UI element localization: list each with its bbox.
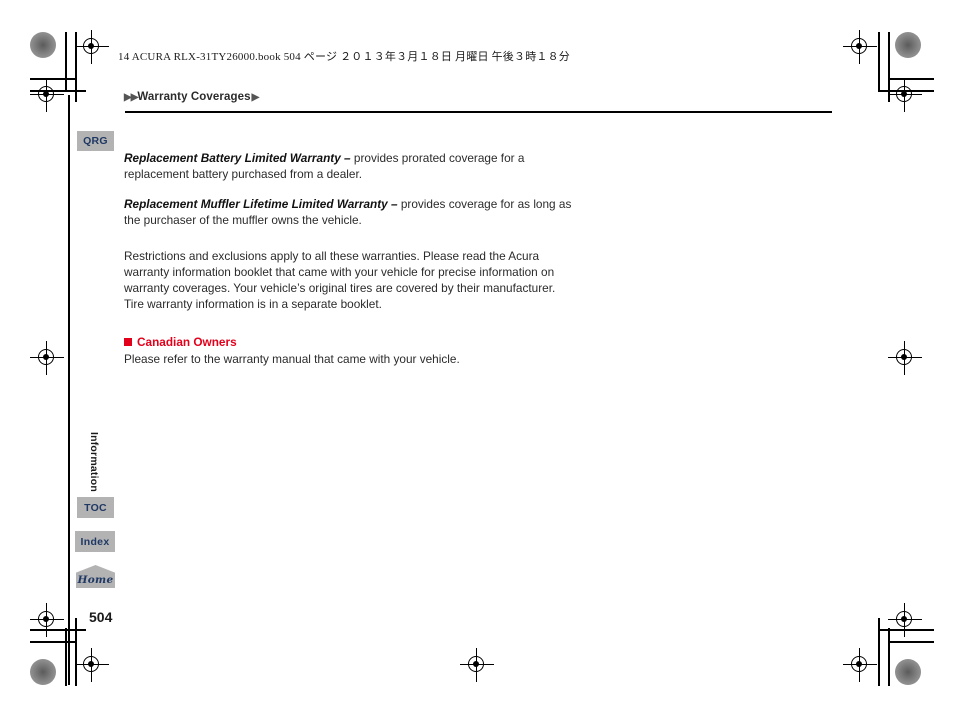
registration-crosshair <box>460 648 494 682</box>
registration-crosshair <box>888 603 922 637</box>
paragraph-lead: Replacement Battery Limited Warranty – <box>124 151 354 165</box>
section-label-information: Information <box>88 432 100 492</box>
paragraph-lead: Replacement Muffler Lifetime Limited War… <box>124 197 401 211</box>
tab-home[interactable]: Home <box>76 565 115 588</box>
page-number: 504 <box>89 609 113 625</box>
crop-line <box>30 90 86 92</box>
crop-line <box>878 32 880 92</box>
crop-line <box>65 628 67 686</box>
crop-line <box>878 618 880 686</box>
breadcrumb-end-arrow-icon: ▶ <box>251 92 260 103</box>
registration-crosshair <box>843 648 877 682</box>
crop-line <box>888 641 934 643</box>
registration-crosshair <box>30 603 64 637</box>
crop-line <box>888 628 890 686</box>
main-content: Replacement Battery Limited Warranty – p… <box>124 150 574 367</box>
breadcrumb: ▶▶Warranty Coverages▶ <box>124 91 259 103</box>
halftone-dot-bottom-left <box>30 659 56 685</box>
halftone-dot-top-right <box>895 32 921 58</box>
paragraph-battery-warranty: Replacement Battery Limited Warranty – p… <box>124 150 574 182</box>
print-header-text: 14 ACURA RLX-31TY26000.book 504 ページ ２０１３… <box>118 51 570 63</box>
breadcrumb-start-arrow-icon: ▶▶ <box>124 92 138 103</box>
subsection-heading-label: Canadian Owners <box>137 335 237 349</box>
registration-crosshair <box>888 341 922 375</box>
crop-line <box>30 641 76 643</box>
paragraph-muffler-warranty: Replacement Muffler Lifetime Limited War… <box>124 196 574 228</box>
tab-toc[interactable]: TOC <box>77 497 114 518</box>
halftone-dot-bottom-right <box>895 659 921 685</box>
crop-line <box>30 629 86 631</box>
crop-line <box>65 32 67 92</box>
tab-index[interactable]: Index <box>75 531 115 552</box>
square-bullet-icon <box>124 338 132 346</box>
crop-line <box>75 618 77 686</box>
page-edge-line <box>68 95 70 685</box>
registration-crosshair <box>30 78 64 112</box>
crop-line <box>75 32 77 102</box>
subsection-heading-canadian-owners: Canadian Owners <box>124 334 574 350</box>
halftone-dot-top-left <box>30 32 56 58</box>
crop-line <box>888 78 934 80</box>
subsection-body-canadian-owners: Please refer to the warranty manual that… <box>124 352 460 366</box>
crop-line <box>30 78 76 80</box>
crop-line <box>878 90 934 92</box>
registration-crosshair <box>888 78 922 112</box>
tab-qrg[interactable]: QRG <box>77 131 114 151</box>
paragraph-body: Restrictions and exclusions apply to all… <box>124 249 556 311</box>
registration-crosshair <box>30 341 64 375</box>
paragraph-restrictions: Restrictions and exclusions apply to all… <box>124 248 574 312</box>
crop-line <box>888 32 890 102</box>
registration-crosshair <box>75 30 109 64</box>
registration-crosshair <box>75 648 109 682</box>
breadcrumb-label: Warranty Coverages <box>137 91 251 103</box>
header-divider-rule <box>125 111 832 113</box>
crop-line <box>878 629 934 631</box>
registration-crosshair <box>843 30 877 64</box>
